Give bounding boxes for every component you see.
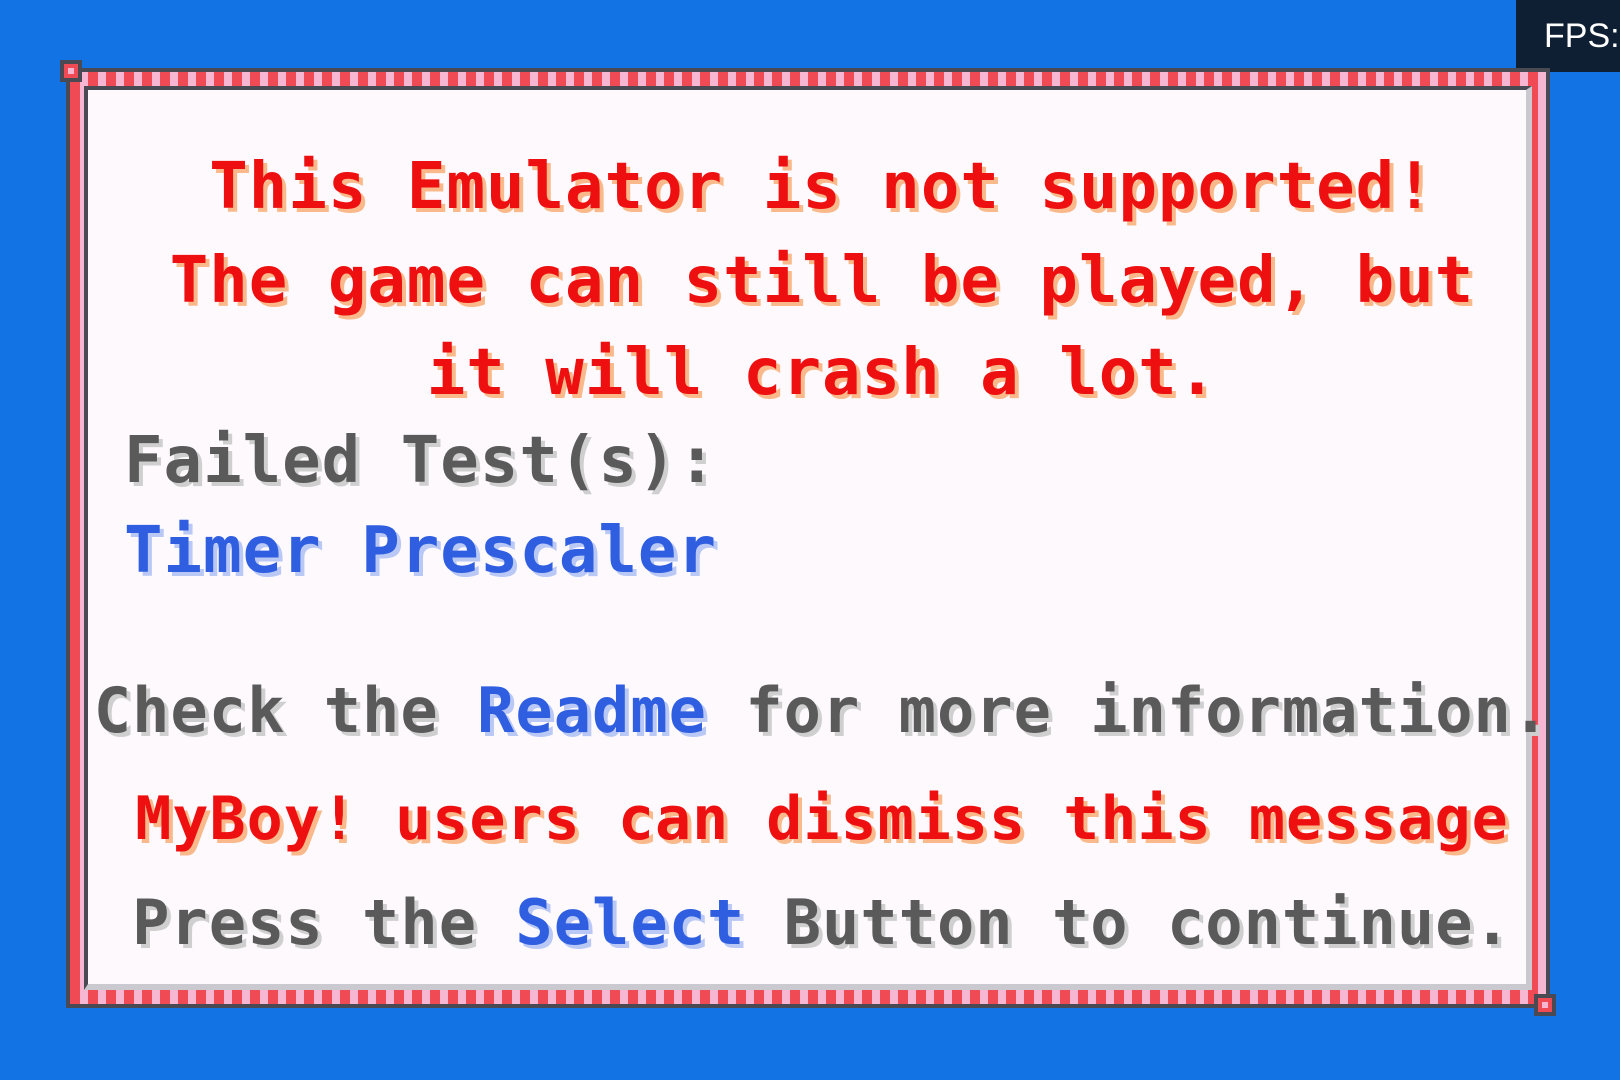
frame-corner-ornament (1534, 994, 1556, 1016)
select-button-label: Select (515, 886, 746, 959)
game-screen: FPS: This Emulator is not supported! The… (0, 0, 1620, 1080)
readme-link: Readme (477, 674, 708, 747)
readme-hint-prefix: Check the (93, 674, 478, 747)
warning-line: it will crash a lot. (426, 336, 1218, 410)
continue-prompt-suffix: Button to continue. (745, 886, 1512, 959)
continue-prompt[interactable]: Press the Select Button to continue. (84, 886, 1560, 959)
readme-hint: Check the Readme for more information. (84, 674, 1560, 747)
warning-line: This Emulator is not supported! (209, 150, 1435, 224)
myboy-notice: MyBoy! users can dismiss this message (135, 784, 1509, 854)
failed-tests-label: Failed Test(s): (124, 424, 717, 498)
continue-prompt-prefix: Press the (132, 886, 516, 959)
warning-line: The game can still be played, but (169, 244, 1475, 318)
readme-hint-suffix: for more information. (707, 674, 1551, 747)
frame-corner-ornament (60, 60, 82, 82)
failed-test-item: Timer Prescaler (124, 514, 717, 588)
fps-counter: FPS: (1516, 0, 1620, 72)
unsupported-emulator-dialog: This Emulator is not supported! The game… (66, 68, 1550, 1008)
